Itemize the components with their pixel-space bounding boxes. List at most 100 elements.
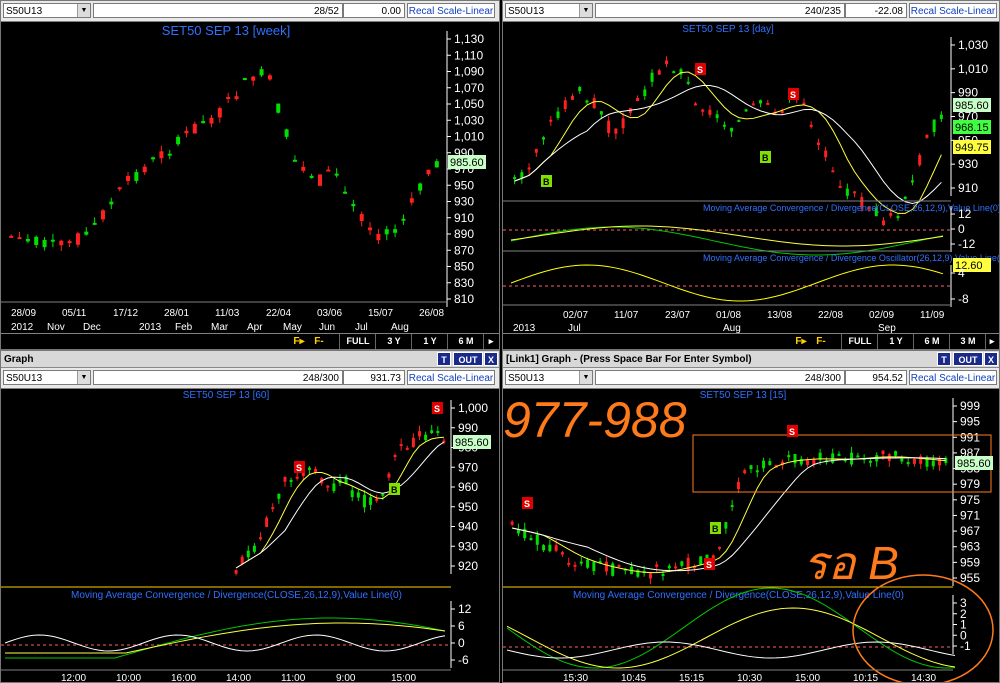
range-3m-button[interactable]: 3 M bbox=[949, 334, 986, 349]
out-button[interactable]: OUT bbox=[453, 352, 483, 366]
candle-body bbox=[527, 167, 531, 170]
x-tick-label: 05/11 bbox=[62, 308, 87, 319]
candle-body bbox=[592, 98, 596, 109]
x-tick-label: 16:00 bbox=[171, 673, 196, 682]
candle-body bbox=[882, 220, 886, 226]
range-3y-button[interactable]: 3 Y bbox=[375, 334, 412, 349]
price-tag-2: 968.15 bbox=[955, 122, 989, 134]
candle-body bbox=[743, 470, 747, 474]
candle-body bbox=[556, 111, 560, 118]
forward-alt-icon[interactable]: F- bbox=[311, 335, 327, 348]
candle-body bbox=[831, 170, 835, 173]
daily-price-chart[interactable]: SET50 SEP 13 [day]1,0301,010990970950930… bbox=[503, 21, 999, 333]
x-tick-label: Aug bbox=[391, 322, 409, 333]
candle-body bbox=[925, 134, 929, 138]
chart-title: SET50 SEP 13 [day] bbox=[682, 24, 774, 35]
candle-body bbox=[201, 121, 206, 124]
t-button[interactable]: T bbox=[937, 352, 951, 366]
candle-body bbox=[271, 507, 275, 510]
candle-body bbox=[868, 460, 872, 463]
price-tag-3: 949.75 bbox=[955, 142, 989, 154]
y-tick-label: 910 bbox=[454, 211, 474, 225]
y-tick-label: 955 bbox=[960, 571, 980, 585]
candle-body bbox=[192, 123, 197, 134]
recal-scale-button[interactable]: Recal Scale-Linear bbox=[407, 3, 495, 18]
candle-body bbox=[240, 556, 244, 565]
forward-icon[interactable]: F▸ bbox=[291, 335, 307, 348]
recal-scale-button[interactable]: Recal Scale-Linear bbox=[407, 370, 495, 385]
range-6m-button[interactable]: 6 M bbox=[447, 334, 484, 349]
candle-body bbox=[579, 561, 583, 564]
symbol-select[interactable]: S50U13 ▼ bbox=[505, 3, 593, 18]
x-tick-label: 15:00 bbox=[391, 673, 416, 682]
y-tick-label: 1,000 bbox=[458, 401, 488, 415]
chevron-down-icon[interactable]: ▼ bbox=[77, 371, 90, 384]
candle-body bbox=[718, 546, 722, 549]
x-tick-label: 11/03 bbox=[215, 308, 240, 319]
candle-body bbox=[520, 172, 524, 178]
x-tick-label: 2013 bbox=[139, 322, 162, 333]
symbol-select[interactable]: S50U13 ▼ bbox=[3, 3, 91, 18]
y-tick-label: 940 bbox=[458, 520, 478, 534]
hourly-chart-panel: Graph T OUT X S50U13 ▼ 248/300 931.73 Rec… bbox=[0, 350, 500, 683]
symbol-select[interactable]: S50U13 ▼ bbox=[505, 370, 593, 385]
weekly-price-chart[interactable]: SET50 SEP 13 [week] 1,130 1,110 1,090 1,070 1… bbox=[1, 21, 499, 333]
recal-scale-button[interactable]: Recal Scale-Linear bbox=[909, 370, 997, 385]
forward-icon[interactable]: F▸ bbox=[793, 335, 809, 348]
y-tick-label: 850 bbox=[454, 260, 474, 274]
candle-body bbox=[362, 494, 366, 508]
close-icon[interactable]: X bbox=[484, 352, 498, 366]
symbol-select[interactable]: S50U13 ▼ bbox=[3, 370, 91, 385]
recal-scale-button[interactable]: Recal Scale-Linear bbox=[909, 3, 997, 18]
candle-body bbox=[918, 155, 922, 166]
candle-body bbox=[850, 452, 854, 465]
candle-body bbox=[417, 431, 421, 437]
y-tick-label: 970 bbox=[458, 460, 478, 474]
candle-body bbox=[939, 114, 943, 119]
candle-body bbox=[730, 505, 734, 508]
chevron-down-icon[interactable]: ▼ bbox=[77, 4, 90, 17]
sell-signal: S bbox=[789, 427, 795, 437]
candle-body bbox=[837, 453, 841, 456]
y-tick-label: 990 bbox=[958, 86, 978, 100]
candle-body bbox=[376, 233, 381, 241]
x-tick-label: 01/08 bbox=[716, 310, 741, 321]
close-icon[interactable]: X bbox=[984, 352, 998, 366]
x-tick-label: 17/12 bbox=[113, 308, 138, 319]
oscillator-line bbox=[510, 264, 944, 302]
range-full-button[interactable]: FULL bbox=[841, 334, 878, 349]
chevron-down-icon[interactable]: ▼ bbox=[579, 371, 592, 384]
chevron-down-icon[interactable]: ▼ bbox=[579, 4, 592, 17]
y-tick-label: 930 bbox=[458, 539, 478, 553]
candle-body bbox=[9, 235, 14, 238]
window-title: [Link1] Graph - (Press Space Bar For Ent… bbox=[506, 354, 752, 365]
daily-chart-panel: S50U13 ▼ 240/235 -22.08 Recal Scale-Linea… bbox=[502, 0, 1000, 350]
scroll-right-icon[interactable]: ▸ bbox=[985, 334, 998, 349]
candle-body bbox=[809, 124, 813, 127]
range-1y-button[interactable]: 1 Y bbox=[411, 334, 448, 349]
candle-body bbox=[265, 517, 269, 527]
scroll-right-icon[interactable]: ▸ bbox=[483, 334, 498, 349]
range-1y-button[interactable]: 1 Y bbox=[877, 334, 914, 349]
t-button[interactable]: T bbox=[437, 352, 451, 366]
candle-body bbox=[284, 129, 289, 137]
y-tick-label: 995 bbox=[960, 415, 980, 429]
forward-alt-icon[interactable]: F- bbox=[813, 335, 829, 348]
y-tick-label: 920 bbox=[458, 559, 478, 573]
hourly-price-chart[interactable]: SET50 SEP 13 [60]1,000990980970960950940… bbox=[1, 388, 499, 682]
candle-body bbox=[317, 174, 322, 186]
range-full-button[interactable]: FULL bbox=[339, 334, 376, 349]
candle-body bbox=[643, 89, 647, 97]
y-tick-label: -6 bbox=[458, 653, 469, 667]
y-tick-label: 979 bbox=[960, 477, 980, 491]
candle-body bbox=[292, 159, 297, 162]
y-tick-label: 967 bbox=[960, 524, 980, 538]
range-6m-button[interactable]: 6 M bbox=[913, 334, 950, 349]
y-tick-label: 991 bbox=[960, 430, 980, 444]
y-tick-label: 1,090 bbox=[454, 65, 484, 79]
out-button[interactable]: OUT bbox=[953, 352, 983, 366]
x-tick-label: 22/08 bbox=[818, 310, 843, 321]
candle-body bbox=[176, 136, 181, 145]
candle-body bbox=[853, 191, 857, 194]
candle-body bbox=[277, 493, 281, 499]
